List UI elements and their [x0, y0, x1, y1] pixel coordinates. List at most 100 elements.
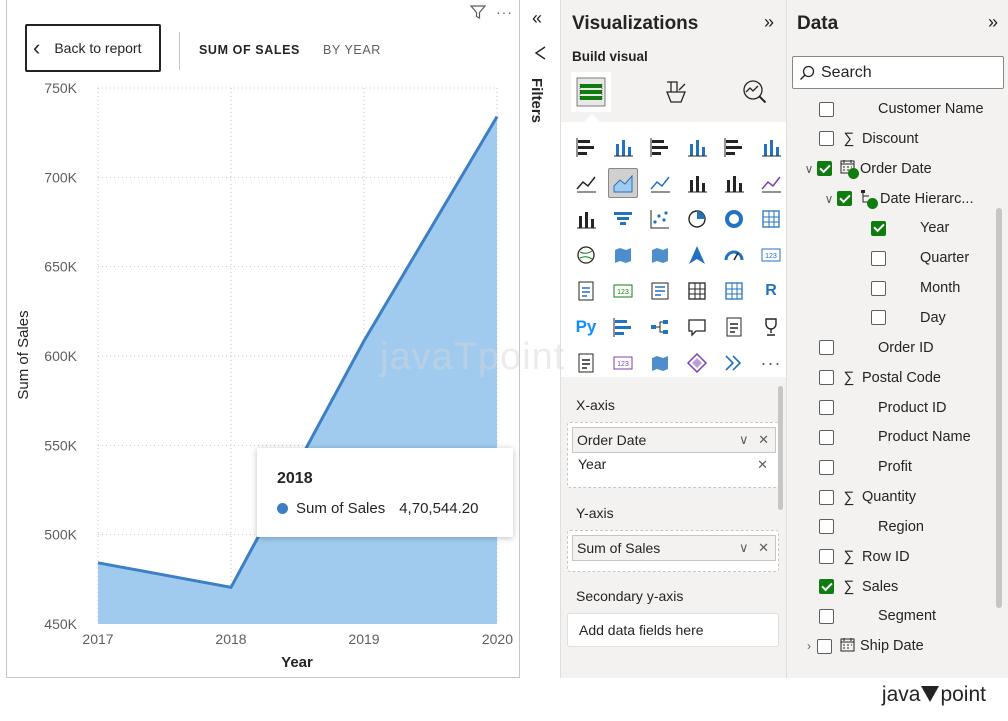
visualizations-scrollbar[interactable]: [778, 386, 783, 510]
field-row-date-hierarc[interactable]: ∨ Date Hierarc...: [821, 185, 973, 213]
100-stacked-column-icon[interactable]: [756, 132, 786, 162]
field-checkbox[interactable]: [819, 459, 834, 475]
stacked-area-icon[interactable]: [645, 168, 675, 198]
field-row-order-id[interactable]: Order ID: [819, 334, 934, 362]
field-row-day[interactable]: Day: [871, 304, 946, 332]
field-checkbox[interactable]: [819, 549, 834, 565]
filter-pane-icon[interactable]: [534, 46, 546, 63]
field-checkbox[interactable]: [819, 101, 834, 117]
power-automate-icon[interactable]: [645, 348, 675, 378]
chevron-down-icon[interactable]: ∨: [739, 540, 749, 555]
ribbon-chart-icon[interactable]: [756, 168, 786, 198]
field-row-customer-name[interactable]: Customer Name: [819, 95, 984, 123]
analytics-tab[interactable]: [735, 72, 775, 112]
chevron-down-icon[interactable]: ∨: [821, 192, 837, 206]
goals-icon[interactable]: [756, 312, 786, 342]
field-row-product-name[interactable]: Product Name: [819, 423, 971, 451]
azure-map-icon[interactable]: [682, 240, 712, 270]
field-row-region[interactable]: Region: [819, 513, 924, 541]
field-checkbox[interactable]: [819, 429, 834, 445]
table-icon[interactable]: [682, 276, 712, 306]
field-row-quarter[interactable]: Quarter: [871, 244, 969, 272]
power-apps-icon[interactable]: 123: [608, 348, 638, 378]
field-row-row-id[interactable]: ∑ Row ID: [819, 543, 910, 571]
format-visual-tab[interactable]: [655, 72, 695, 112]
search-box[interactable]: [792, 56, 1004, 89]
field-row-segment[interactable]: Segment: [819, 602, 936, 630]
clustered-bar-icon[interactable]: [645, 132, 675, 162]
donut-chart-icon[interactable]: [719, 204, 749, 234]
field-row-product-id[interactable]: Product ID: [819, 394, 947, 422]
funnel-chart-icon[interactable]: [608, 204, 638, 234]
field-row-quantity[interactable]: ∑ Quantity: [819, 483, 916, 511]
gauge-icon[interactable]: [719, 240, 749, 270]
field-checkbox[interactable]: [837, 191, 852, 207]
data-scrollbar[interactable]: [996, 208, 1002, 608]
line-clustered-column-icon[interactable]: [682, 168, 712, 198]
slicer-icon[interactable]: [645, 276, 675, 306]
field-checkbox[interactable]: [819, 131, 834, 147]
field-checkbox[interactable]: [817, 161, 832, 177]
matrix-icon[interactable]: [719, 276, 749, 306]
key-influencers-icon[interactable]: [608, 312, 638, 342]
chevron-right-icon[interactable]: ›: [801, 639, 817, 653]
field-checkbox[interactable]: [871, 310, 886, 326]
x-axis-well[interactable]: Order Date ∨ ✕ Year ✕: [567, 422, 779, 488]
arrow-visual-icon[interactable]: [719, 348, 749, 378]
100-stacked-bar-icon[interactable]: [719, 132, 749, 162]
stacked-column-icon[interactable]: [608, 132, 638, 162]
field-row-order-date[interactable]: ∨ Order Date: [801, 155, 932, 183]
line-chart-icon[interactable]: [571, 168, 601, 198]
shape-map-icon[interactable]: [645, 240, 675, 270]
field-checkbox[interactable]: [819, 519, 834, 535]
pie-chart-icon[interactable]: [682, 204, 712, 234]
treemap-icon[interactable]: [756, 204, 786, 234]
field-row-profit[interactable]: Profit: [819, 453, 912, 481]
smart-narrative-icon[interactable]: [719, 312, 749, 342]
search-input[interactable]: [821, 63, 991, 82]
chevron-down-icon[interactable]: ∨: [739, 432, 749, 447]
field-checkbox[interactable]: [817, 638, 832, 654]
expand-filters-icon[interactable]: «: [532, 8, 542, 29]
close-icon[interactable]: ✕: [757, 457, 768, 473]
kpi-icon[interactable]: 123: [608, 276, 638, 306]
collapse-visualizations-icon[interactable]: »: [764, 12, 774, 33]
build-visual-tab[interactable]: [571, 72, 611, 112]
field-checkbox[interactable]: [819, 608, 834, 624]
qa-icon[interactable]: [682, 312, 712, 342]
field-checkbox[interactable]: [871, 280, 886, 296]
field-checkbox[interactable]: [819, 400, 834, 415]
field-checkbox[interactable]: [819, 340, 834, 356]
card-icon[interactable]: 123: [756, 240, 786, 270]
multi-row-card-icon[interactable]: [571, 276, 601, 306]
close-icon[interactable]: ✕: [758, 540, 769, 555]
area-chart-icon[interactable]: [608, 168, 638, 198]
field-checkbox[interactable]: [819, 579, 834, 595]
close-icon[interactable]: ✕: [758, 432, 769, 447]
scatter-chart-icon[interactable]: [645, 204, 675, 234]
field-row-postal-code[interactable]: ∑ Postal Code: [819, 364, 941, 392]
y-axis-well[interactable]: Sum of Sales ∨ ✕: [567, 530, 779, 572]
field-checkbox[interactable]: [819, 370, 834, 386]
stacked-bar-icon[interactable]: [571, 132, 601, 162]
field-checkbox[interactable]: [871, 220, 886, 236]
field-row-sales[interactable]: ∑ Sales: [819, 573, 898, 601]
collapse-data-icon[interactable]: »: [988, 12, 998, 33]
clustered-column-icon[interactable]: [682, 132, 712, 162]
y-axis-field-chip[interactable]: Sum of Sales ∨ ✕: [572, 535, 776, 561]
diamond-visual-icon[interactable]: [682, 348, 712, 378]
filled-map-icon[interactable]: [608, 240, 638, 270]
waterfall-chart-icon[interactable]: [571, 204, 601, 234]
field-row-ship-date[interactable]: › Ship Date: [801, 632, 924, 660]
python-icon[interactable]: Py: [571, 312, 601, 342]
more-visuals-icon[interactable]: ···: [756, 348, 786, 378]
filters-label[interactable]: Filters: [528, 78, 545, 123]
field-row-discount[interactable]: ∑ Discount: [819, 125, 918, 153]
field-row-month[interactable]: Month: [871, 274, 960, 302]
field-row-year[interactable]: Year: [871, 214, 949, 242]
field-checkbox[interactable]: [871, 250, 886, 266]
line-stacked-column-icon[interactable]: [719, 168, 749, 198]
field-checkbox[interactable]: [819, 489, 834, 505]
chevron-down-icon[interactable]: ∨: [801, 162, 817, 176]
paginated-report-icon[interactable]: [571, 348, 601, 378]
